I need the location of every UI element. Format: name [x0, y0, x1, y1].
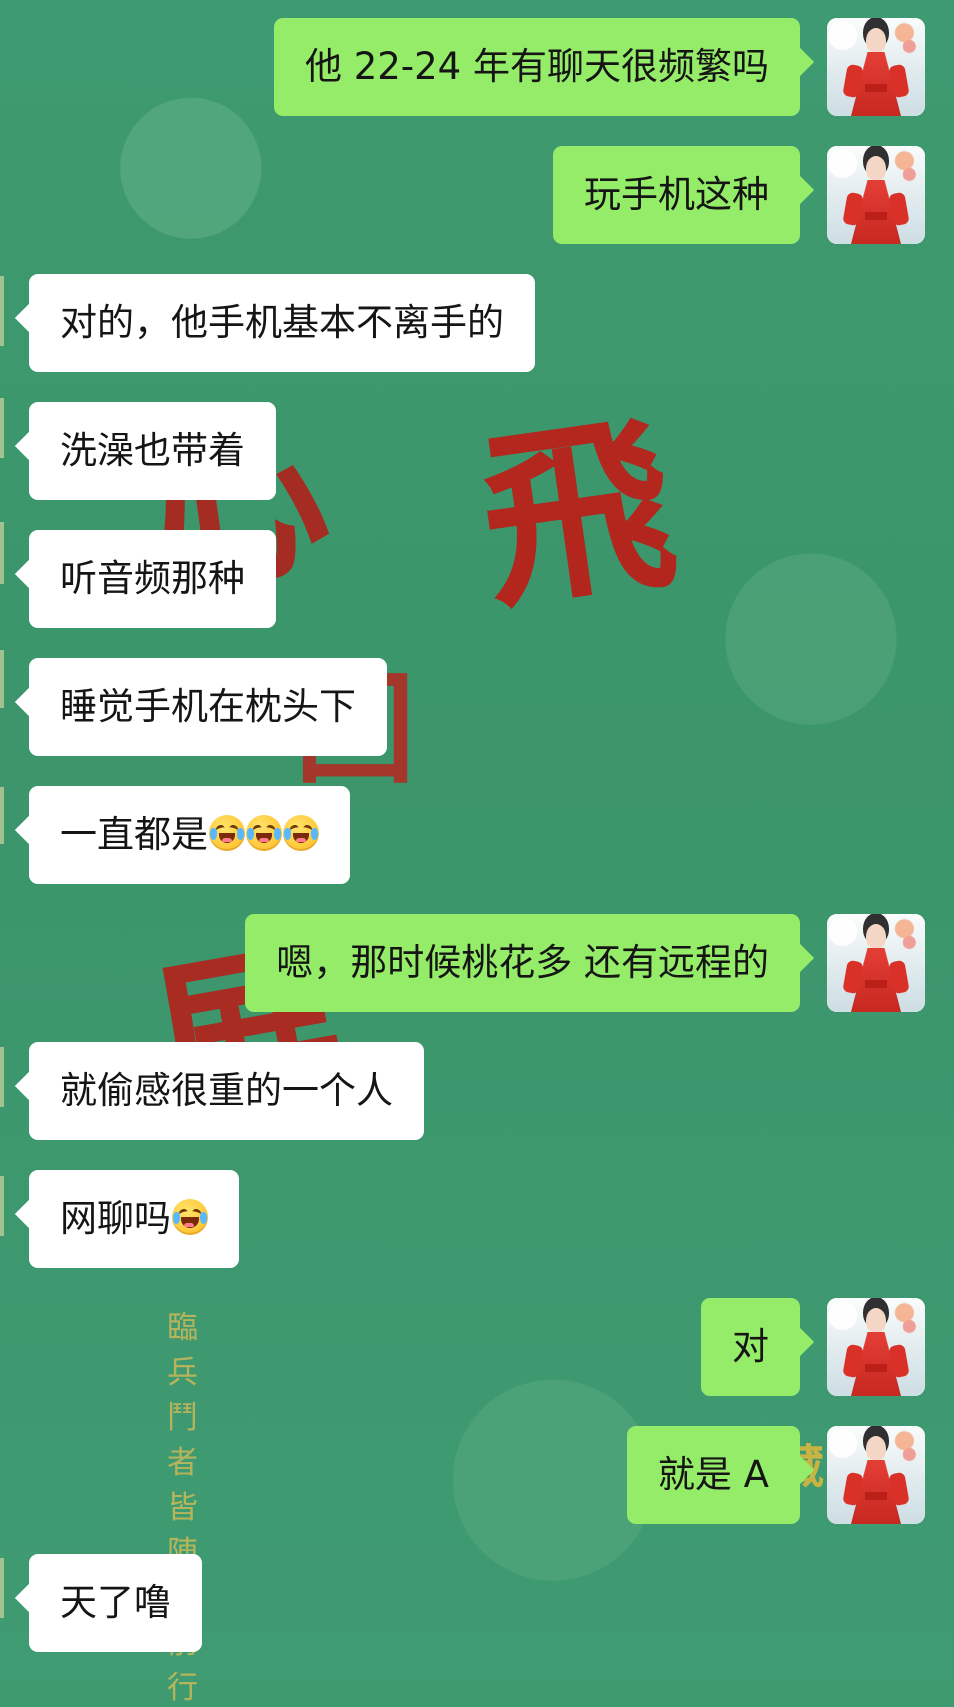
received-message-bubble[interactable]: 洗澡也带着: [29, 402, 276, 500]
avatar-woman-red-dress-icon: [827, 18, 925, 116]
sent-message-bubble[interactable]: 就是 A: [626, 1426, 800, 1524]
loudly-crying-face-icon: [209, 815, 245, 851]
sent-message-bubble[interactable]: 他 22-24 年有聊天很频繁吗: [273, 18, 800, 116]
message-text: 就偷感很重的一个人: [60, 1069, 393, 1112]
message-text: 网聊吗: [60, 1197, 171, 1240]
avatar-woman-red-dress-icon: [827, 1298, 925, 1396]
message-text: 天了噜: [60, 1581, 171, 1624]
message-text: 睡觉手机在枕头下: [60, 685, 356, 728]
received-message-bubble[interactable]: 对的，他手机基本不离手的: [29, 274, 535, 372]
sender-avatar[interactable]: [827, 1426, 925, 1524]
received-message-bubble[interactable]: 听音频那种: [29, 530, 276, 628]
sender-avatar[interactable]: [827, 914, 925, 1012]
message-text: 对: [732, 1325, 769, 1368]
message-text: 嗯，那时候桃花多 还有远程的: [276, 941, 769, 984]
received-message-bubble[interactable]: 网聊吗: [29, 1170, 239, 1268]
loudly-crying-face-icon: [246, 815, 282, 851]
message-text: 他 22-24 年有聊天很频繁吗: [304, 45, 769, 88]
sent-message-bubble[interactable]: 对: [701, 1298, 800, 1396]
received-message-bubble[interactable]: 一直都是: [29, 786, 350, 884]
avatar-woman-red-dress-icon: [827, 1426, 925, 1524]
avatar-woman-red-dress-icon: [827, 914, 925, 1012]
loudly-crying-face-icon: [283, 815, 319, 851]
received-message-bubble[interactable]: 天了噜: [29, 1554, 202, 1652]
message-text: 一直都是: [60, 813, 208, 856]
message-text: 就是 A: [657, 1453, 769, 1496]
chat-message-list[interactable]: 他 22-24 年有聊天很频繁吗 玩手机这种 对的，他手机基本不离手的 洗澡也带…: [0, 0, 954, 1682]
message-text: 听音频那种: [60, 557, 245, 600]
message-text: 玩手机这种: [584, 173, 769, 216]
message-text: 洗澡也带着: [60, 429, 245, 472]
received-message-bubble[interactable]: 睡觉手机在枕头下: [29, 658, 387, 756]
received-message-bubble[interactable]: 就偷感很重的一个人: [29, 1042, 424, 1140]
message-text: 对的，他手机基本不离手的: [60, 301, 504, 344]
avatar-woman-red-dress-icon: [827, 146, 925, 244]
sent-message-bubble[interactable]: 玩手机这种: [553, 146, 800, 244]
sender-avatar[interactable]: [827, 18, 925, 116]
sender-avatar[interactable]: [827, 146, 925, 244]
sender-avatar[interactable]: [827, 1298, 925, 1396]
sent-message-bubble[interactable]: 嗯，那时候桃花多 还有远程的: [245, 914, 800, 1012]
face-with-tears-of-joy-icon: [172, 1199, 208, 1235]
